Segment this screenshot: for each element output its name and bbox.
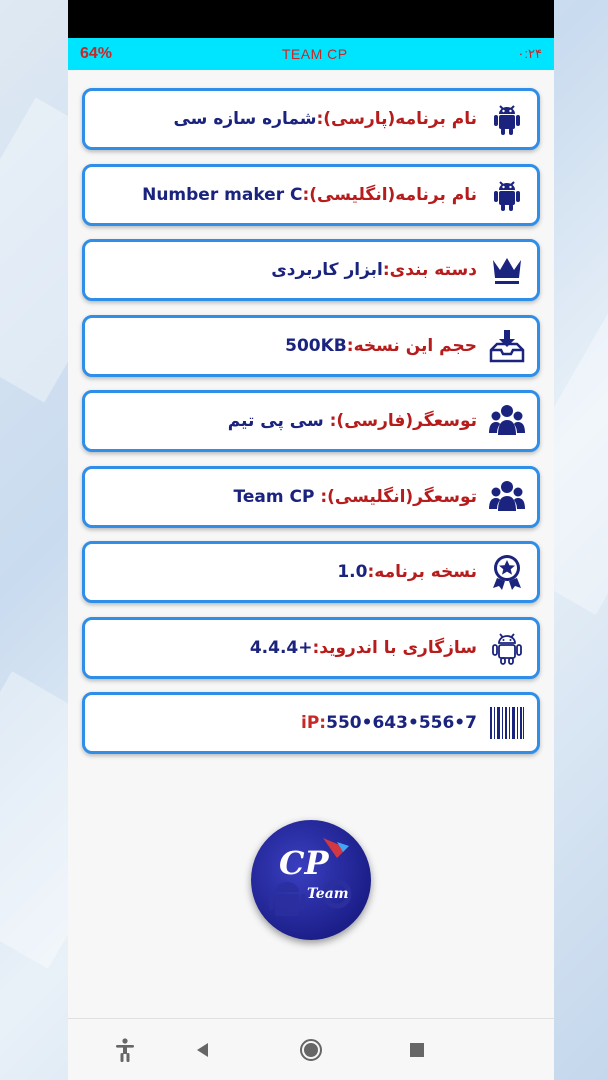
android-icon: [487, 99, 527, 139]
android-outline-icon: [487, 628, 527, 668]
info-card-android-compat[interactable]: سازگاری با اندروید:+4.4.4: [82, 616, 540, 679]
navigation-bar: [68, 1018, 554, 1080]
back-button[interactable]: [188, 1035, 218, 1065]
info-label: نام برنامه(انگلیسی):: [302, 184, 477, 205]
info-card-developer-persian[interactable]: توسعگر(فارسی): سی پی تیم: [82, 390, 540, 452]
info-label: نسخه برنامه:: [367, 562, 477, 582]
info-label: iP:: [301, 713, 327, 733]
app-info-list: نام برنامه(پارسی):شماره سازه سی نام برنا…: [68, 70, 554, 754]
info-value: شماره سازه سی: [173, 109, 317, 129]
app-title: TEAM CP: [281, 46, 348, 62]
info-value: سی پی تیم: [227, 411, 330, 431]
info-card-ip[interactable]: iP:550•643•556•7: [82, 692, 540, 754]
info-card-developer-english[interactable]: توسعگر(انگلیسی): Team CP: [82, 465, 540, 528]
logo-text-main: CP: [279, 844, 329, 882]
battery-level: 64%: [80, 45, 113, 62]
award-badge-icon: [487, 552, 527, 592]
barcode-icon: [487, 703, 527, 743]
info-card-category[interactable]: دسته بندی:ابزار کاربردی: [82, 239, 540, 301]
info-value: ابزار کاربردی: [271, 260, 383, 280]
info-card-name-english[interactable]: نام برنامه(انگلیسی):Number maker C: [82, 163, 540, 226]
info-label: توسعگر(فارسی):: [329, 411, 477, 431]
info-label: حجم این نسخه:: [346, 335, 477, 356]
info-label: سازگاری با اندروید:: [312, 637, 477, 658]
group-icon: [487, 401, 527, 441]
info-label: توسعگر(انگلیسی):: [320, 486, 477, 507]
info-value: 1.0: [337, 562, 368, 582]
info-label: دسته بندی:: [382, 260, 477, 280]
recents-button[interactable]: [402, 1035, 432, 1065]
info-value: 550•643•556•7: [326, 713, 477, 733]
info-value: Number maker C: [142, 184, 303, 205]
app-screen: 64% TEAM CP ۰:۲۴ نام برنامه(پارسی):شماره…: [68, 0, 554, 1080]
group-icon: [487, 477, 527, 517]
android-icon: [487, 175, 527, 215]
info-label: نام برنامه(پارسی):: [316, 109, 477, 129]
info-card-size[interactable]: حجم این نسخه:500KB: [82, 314, 540, 377]
camera-notch-bar: [68, 0, 554, 38]
crown-icon: [487, 250, 527, 290]
info-card-name-persian[interactable]: نام برنامه(پارسی):شماره سازه سی: [82, 88, 540, 150]
logo-text-sub: Team: [307, 886, 349, 902]
clock: ۰:۲۴: [517, 46, 542, 61]
accessibility-icon[interactable]: [110, 1035, 140, 1065]
home-button[interactable]: [296, 1035, 326, 1065]
status-bar: 64% TEAM CP ۰:۲۴: [68, 38, 554, 70]
download-tray-icon: [487, 326, 527, 366]
info-value: +4.4.4: [249, 637, 313, 658]
info-value: 500KB: [285, 335, 347, 356]
info-value: Team CP: [233, 486, 321, 507]
team-cp-logo: CP Team: [251, 820, 371, 940]
info-card-version[interactable]: نسخه برنامه:1.0: [82, 541, 540, 603]
